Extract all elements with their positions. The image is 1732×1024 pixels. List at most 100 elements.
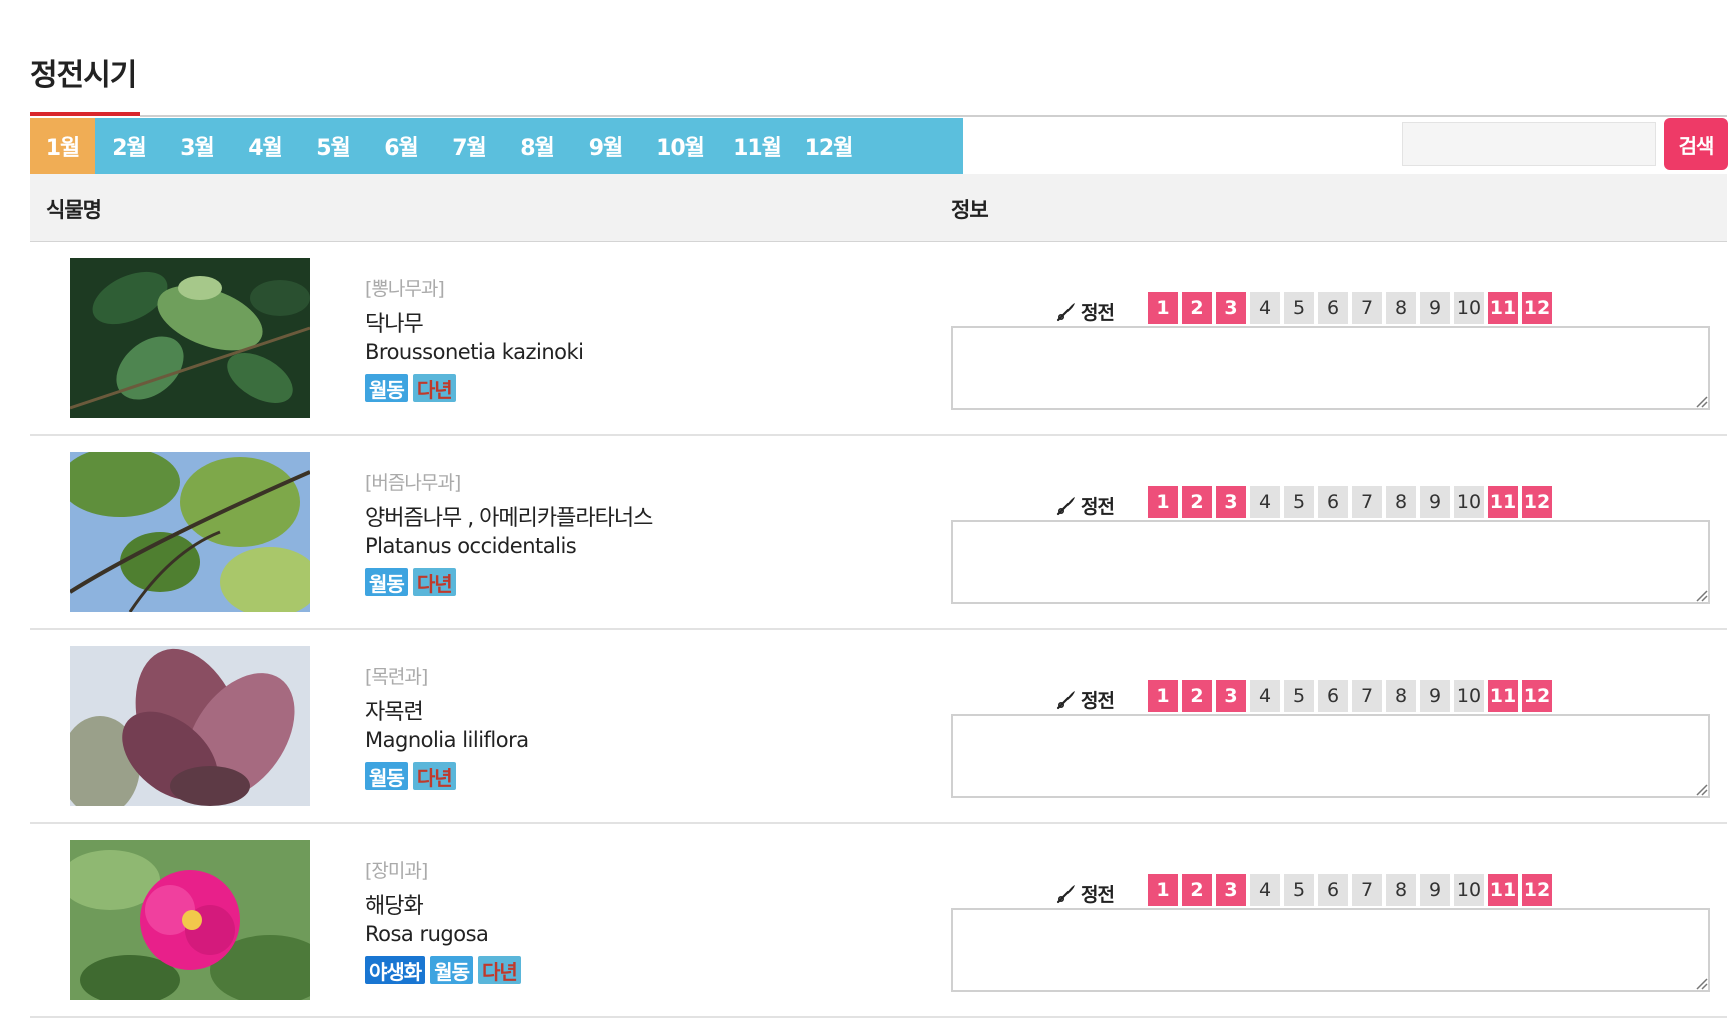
- month-cell: 5: [1284, 292, 1314, 324]
- month-cell: 11: [1488, 874, 1518, 906]
- tab-month-12[interactable]: 12월: [794, 118, 863, 174]
- month-cell: 8: [1386, 486, 1416, 518]
- page-title: 정전시기: [30, 58, 137, 93]
- month-cell: 7: [1352, 486, 1382, 518]
- plant-korean-name[interactable]: 양버즘나무 , 아메리카플라타너스: [365, 500, 653, 532]
- month-cell: 11: [1488, 486, 1518, 518]
- month-cell: 1: [1148, 292, 1178, 324]
- pruning-month-indicator: 1 2 3 4 5 6 7 8 9 10 11 12: [1148, 874, 1552, 906]
- month-cell: 5: [1284, 874, 1314, 906]
- resize-handle-icon[interactable]: [1694, 976, 1708, 990]
- plant-badge: 야생화: [365, 956, 426, 984]
- plant-scientific-name: Platanus occidentalis: [365, 534, 577, 558]
- plant-photo[interactable]: [70, 452, 310, 612]
- month-cell: 12: [1522, 874, 1552, 906]
- plant-photo[interactable]: [70, 840, 310, 1000]
- divider: [140, 115, 1727, 117]
- month-cell: 12: [1522, 680, 1552, 712]
- pruning-label-text: 정전: [1081, 884, 1115, 906]
- pruning-shears-icon: [1056, 690, 1075, 709]
- month-cell: 1: [1148, 486, 1178, 518]
- month-cell: 1: [1148, 680, 1178, 712]
- tab-month-11[interactable]: 11월: [720, 118, 794, 174]
- memo-textarea[interactable]: [951, 714, 1710, 798]
- pruning-shears-icon: [1056, 884, 1075, 903]
- month-cell: 12: [1522, 292, 1552, 324]
- tab-month-6[interactable]: 6월: [367, 118, 435, 174]
- tab-month-8[interactable]: 8월: [503, 118, 571, 174]
- resize-handle-icon[interactable]: [1694, 588, 1708, 602]
- plant-badge: 다년: [412, 568, 456, 596]
- plant-scientific-name: Broussonetia kazinoki: [365, 340, 584, 364]
- search-input[interactable]: [1402, 122, 1656, 166]
- month-cell: 7: [1352, 292, 1382, 324]
- plant-korean-name[interactable]: 해당화: [365, 888, 424, 920]
- column-header-plant-name: 식물명: [46, 198, 102, 222]
- plant-korean-name[interactable]: 닥나무: [365, 306, 424, 338]
- month-cell: 3: [1216, 874, 1246, 906]
- month-cell: 10: [1454, 874, 1484, 906]
- month-cell: 11: [1488, 292, 1518, 324]
- memo-textarea[interactable]: [951, 520, 1710, 604]
- month-cell: 6: [1318, 292, 1348, 324]
- month-cell: 11: [1488, 680, 1518, 712]
- tab-month-1[interactable]: 1월: [30, 118, 95, 174]
- tab-month-7[interactable]: 7월: [435, 118, 503, 174]
- month-cell: 9: [1420, 486, 1450, 518]
- tab-month-10[interactable]: 10월: [640, 118, 720, 174]
- pruning-label: 정전: [1055, 880, 1115, 907]
- pruning-shears-icon: [1056, 302, 1075, 321]
- month-cell: 6: [1318, 874, 1348, 906]
- month-cell: 2: [1182, 486, 1212, 518]
- search-button[interactable]: 검색: [1664, 118, 1728, 170]
- plant-photo[interactable]: [70, 258, 310, 418]
- month-cell: 4: [1250, 486, 1280, 518]
- pruning-month-indicator: 1 2 3 4 5 6 7 8 9 10 11 12: [1148, 680, 1552, 712]
- plant-badges: 야생화 월동 다년: [365, 956, 521, 984]
- pruning-month-indicator: 1 2 3 4 5 6 7 8 9 10 11 12: [1148, 486, 1552, 518]
- pruning-label: 정전: [1055, 492, 1115, 519]
- month-cell: 4: [1250, 680, 1280, 712]
- plant-scientific-name: Rosa rugosa: [365, 922, 489, 946]
- month-cell: 4: [1250, 874, 1280, 906]
- month-tab-bar: 1월 2월 3월 4월 5월 6월 7월 8월 9월 10월 11월 12월: [30, 118, 963, 174]
- month-cell: 3: [1216, 292, 1246, 324]
- memo-textarea[interactable]: [951, 326, 1710, 410]
- title-underline: [30, 112, 140, 116]
- pruning-month-indicator: 1 2 3 4 5 6 7 8 9 10 11 12: [1148, 292, 1552, 324]
- tab-month-2[interactable]: 2월: [95, 118, 163, 174]
- month-cell: 9: [1420, 874, 1450, 906]
- plant-photo[interactable]: [70, 646, 310, 806]
- pruning-label-text: 정전: [1081, 496, 1115, 518]
- resize-handle-icon[interactable]: [1694, 782, 1708, 796]
- month-cell: 9: [1420, 292, 1450, 324]
- memo-textarea[interactable]: [951, 908, 1710, 992]
- month-cell: 8: [1386, 874, 1416, 906]
- resize-handle-icon[interactable]: [1694, 394, 1708, 408]
- month-cell: 8: [1386, 680, 1416, 712]
- month-cell: 2: [1182, 680, 1212, 712]
- plant-badge: 다년: [412, 374, 456, 402]
- plant-family: [목련과]: [365, 666, 428, 688]
- tab-month-4[interactable]: 4월: [231, 118, 299, 174]
- plant-family: [장미과]: [365, 860, 428, 882]
- pruning-label-text: 정전: [1081, 690, 1115, 712]
- month-cell: 2: [1182, 292, 1212, 324]
- plant-family: [뽕나무과]: [365, 278, 445, 300]
- month-cell: 12: [1522, 486, 1552, 518]
- plant-badge: 월동: [365, 374, 408, 402]
- column-header-info: 정보: [951, 198, 989, 222]
- tab-month-3[interactable]: 3월: [163, 118, 231, 174]
- plant-korean-name[interactable]: 자목련: [365, 694, 424, 726]
- month-cell: 2: [1182, 874, 1212, 906]
- tab-month-5[interactable]: 5월: [299, 118, 367, 174]
- month-cell: 3: [1216, 680, 1246, 712]
- month-cell: 7: [1352, 874, 1382, 906]
- tab-month-9[interactable]: 9월: [571, 118, 640, 174]
- plant-family: [버즘나무과]: [365, 472, 461, 494]
- plant-badges: 월동 다년: [365, 374, 456, 402]
- month-cell: 4: [1250, 292, 1280, 324]
- month-cell: 10: [1454, 486, 1484, 518]
- month-cell: 10: [1454, 292, 1484, 324]
- plant-badge: 다년: [478, 956, 521, 984]
